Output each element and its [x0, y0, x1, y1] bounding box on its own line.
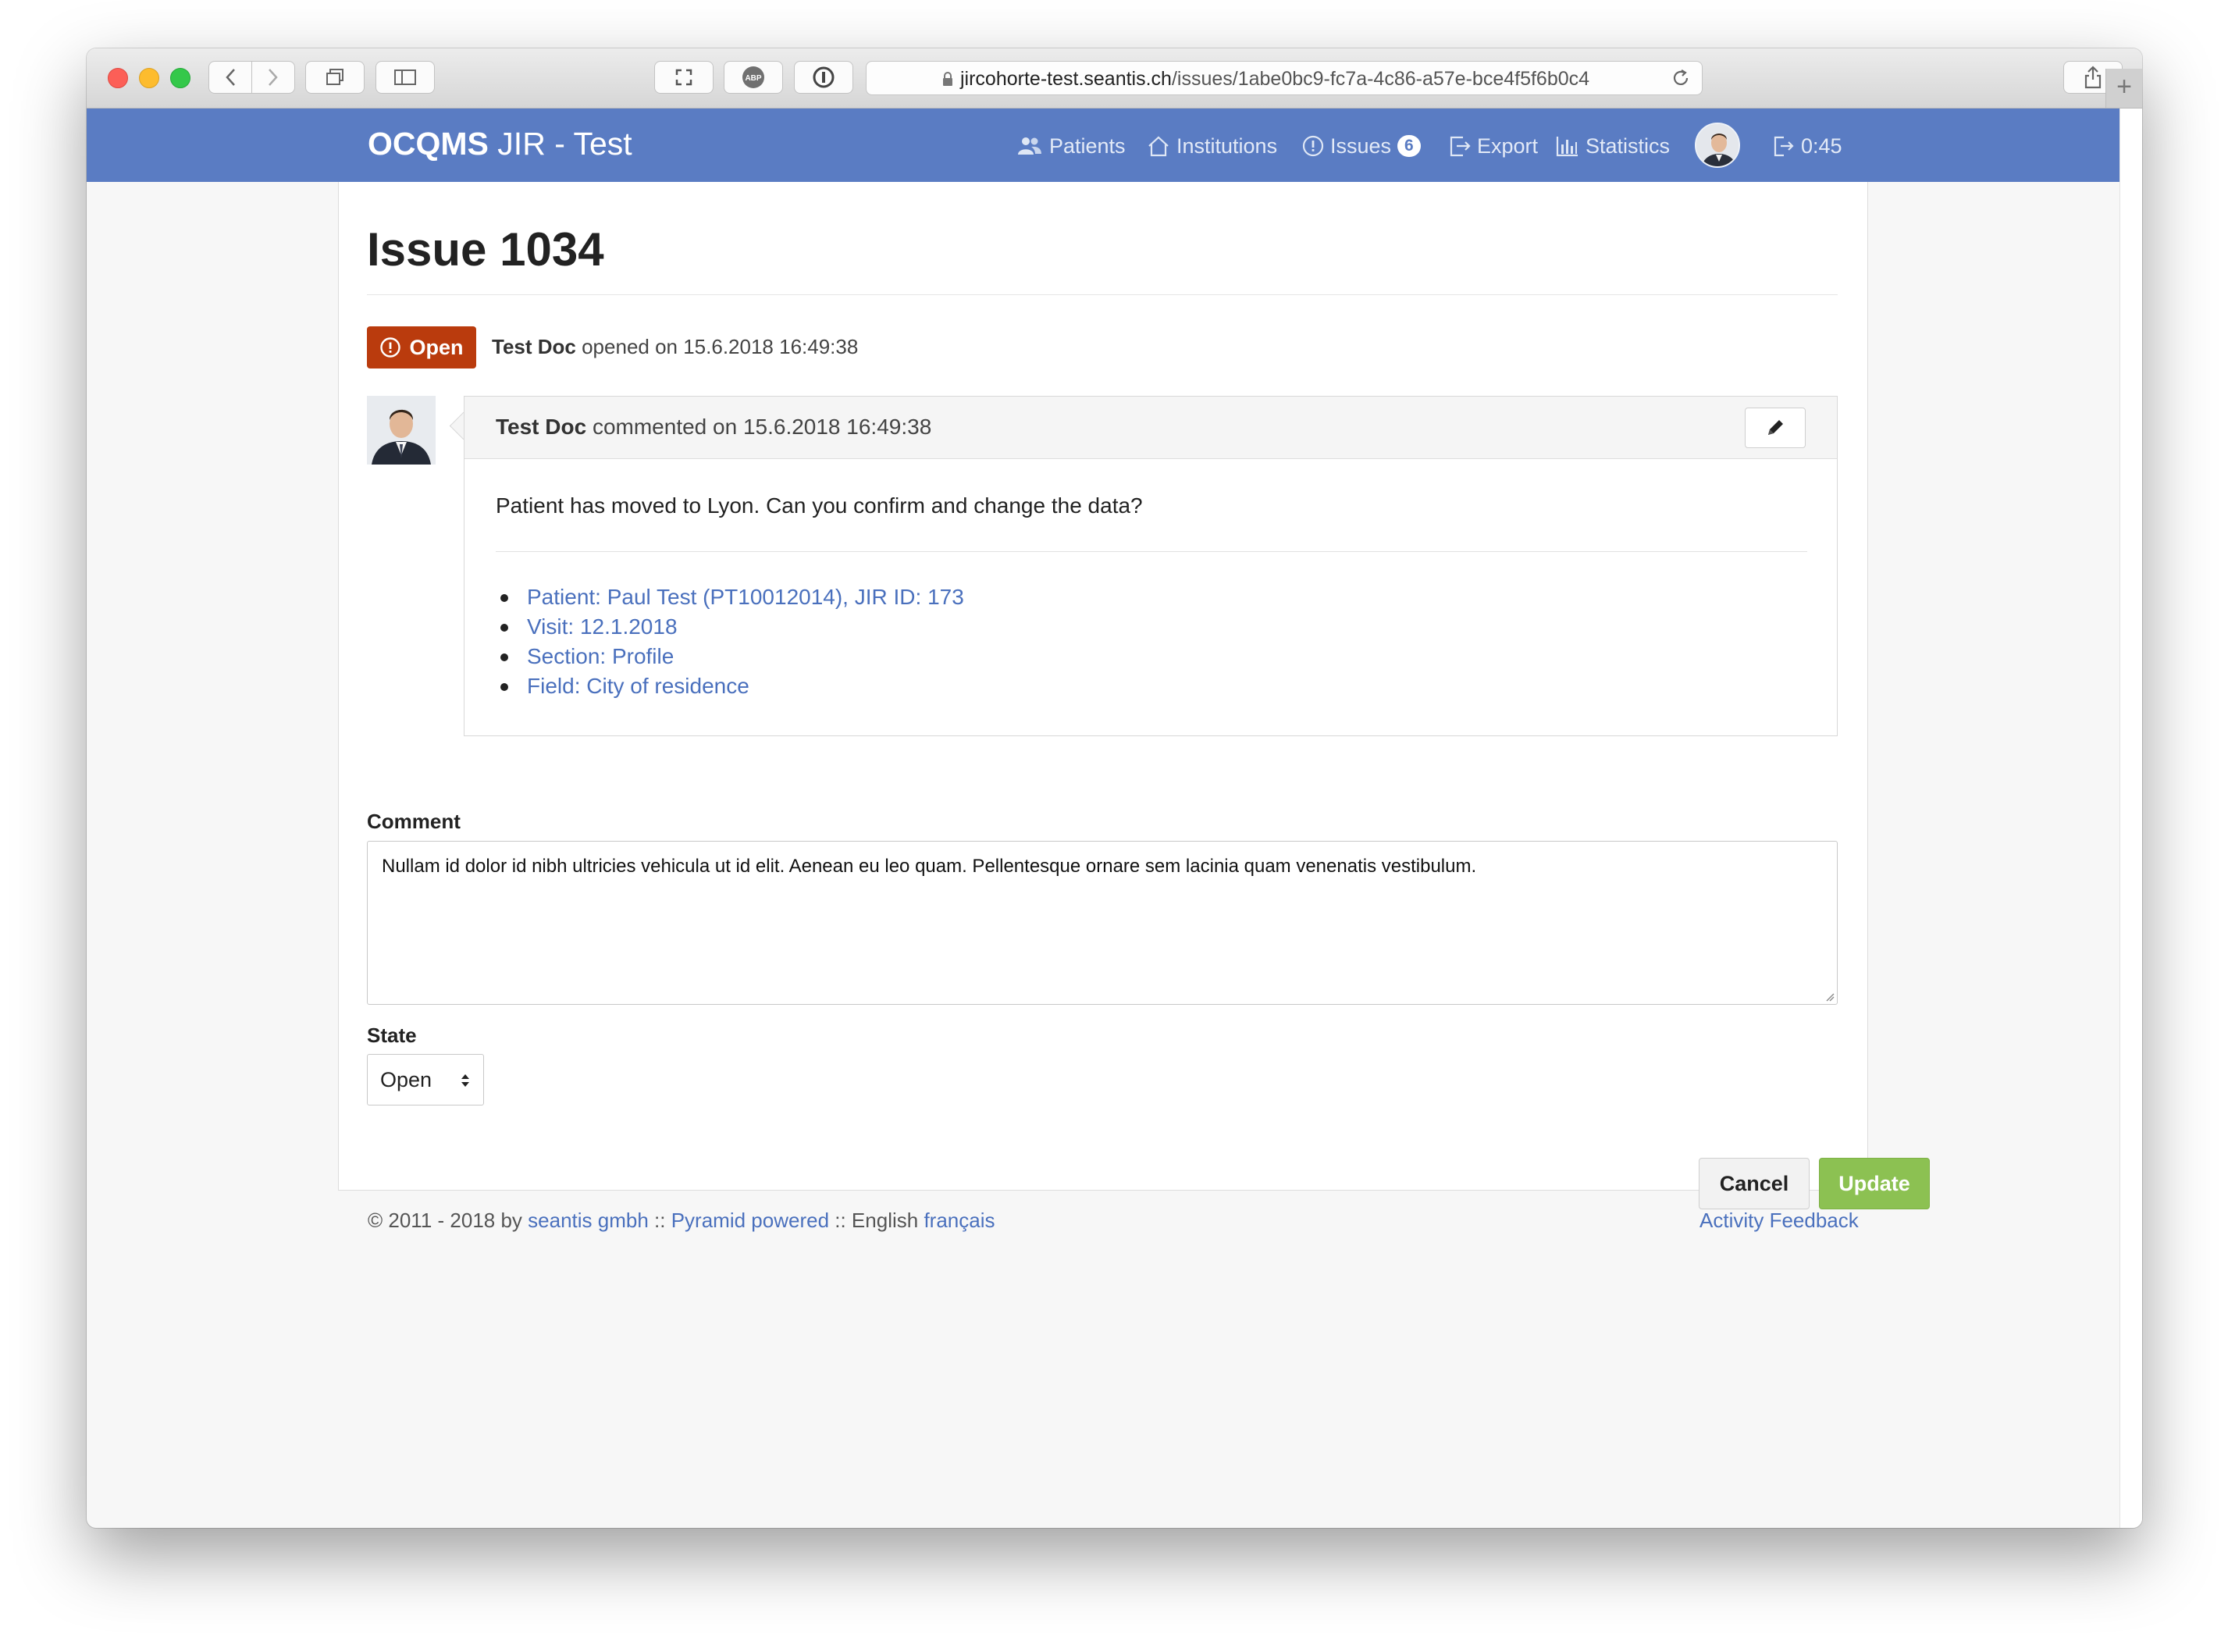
comment-textarea[interactable]: Nullam id dolor id nibh ultricies vehicu…	[367, 841, 1838, 1005]
activity-link[interactable]: Activity	[1699, 1209, 1764, 1232]
update-button[interactable]: Update	[1819, 1158, 1930, 1209]
lock-icon	[943, 72, 952, 86]
forward-button[interactable]	[251, 61, 295, 94]
cancel-button[interactable]: Cancel	[1699, 1158, 1810, 1209]
export-icon	[1450, 136, 1471, 157]
issues-count-badge: 6	[1397, 135, 1421, 157]
password-icon	[813, 66, 835, 88]
reference-link-visit[interactable]: Visit: 12.1.2018	[496, 612, 964, 642]
pyramid-link[interactable]: Pyramid powered	[671, 1209, 829, 1232]
fullscreen-button[interactable]	[654, 61, 714, 94]
state-select[interactable]: Open	[367, 1054, 484, 1105]
nav-logout-timer[interactable]: 0:45	[1773, 132, 1842, 160]
comment-card: Test Doc commented on 15.6.2018 16:49:38…	[464, 396, 1838, 736]
tabs-icon	[326, 69, 343, 85]
address-bar[interactable]: jircohorte-test.seantis.ch/issues/1abe0b…	[866, 61, 1703, 95]
adblock-icon: ABP	[742, 66, 764, 88]
pencil-icon	[1768, 420, 1783, 435]
reload-icon[interactable]	[1671, 68, 1691, 88]
resize-handle-icon[interactable]	[1825, 992, 1835, 1002]
status-badge: Open	[367, 326, 476, 368]
comment-author-avatar	[367, 396, 436, 465]
close-window-button[interactable]	[108, 68, 128, 88]
nav-statistics[interactable]: Statistics	[1556, 132, 1670, 160]
url-text: jircohorte-test.seantis.ch/issues/1abe0b…	[960, 68, 1590, 90]
page-margin	[2119, 109, 2142, 1528]
comment-field-label: Comment	[367, 810, 461, 833]
nav-issues[interactable]: Issues 6	[1302, 132, 1421, 160]
svg-text:ABP: ABP	[745, 74, 761, 83]
back-button[interactable]	[208, 61, 252, 94]
browser-toolbar: ABP jircohorte-test.seantis.ch/issues/1a…	[87, 48, 2142, 109]
logout-icon	[1774, 136, 1794, 157]
show-tabs-button[interactable]	[305, 61, 365, 94]
alert-circle-icon	[380, 337, 401, 358]
state-field-label: State	[367, 1024, 417, 1047]
back-icon	[226, 69, 235, 86]
reference-link-field[interactable]: Field: City of residence	[496, 671, 964, 701]
comment-divider	[496, 551, 1807, 552]
reference-link-patient[interactable]: Patient: Paul Test (PT10012014), JIR ID:…	[496, 582, 964, 612]
nav-export[interactable]: Export	[1449, 132, 1538, 160]
issue-panel: Issue 1034 Open Test Doc opened on 15.6.…	[338, 182, 1930, 1209]
comment-text: Patient has moved to Lyon. Can you confi…	[496, 493, 1143, 518]
adblock-button[interactable]: ABP	[724, 61, 783, 94]
share-icon	[2084, 66, 2102, 89]
footer-links: Activity Feedback	[1699, 1209, 1859, 1233]
sidebar-button[interactable]	[375, 61, 435, 94]
issue-opened-info: Test Doc opened on 15.6.2018 16:49:38	[492, 335, 859, 358]
comment-meta: Test Doc commented on 15.6.2018 16:49:38	[496, 415, 932, 439]
brand-logo[interactable]: OCQMS JIR - Test	[368, 126, 632, 162]
alert-circle-icon	[1302, 135, 1324, 157]
forward-icon	[269, 69, 278, 86]
comment-header: Test Doc commented on 15.6.2018 16:49:38	[464, 397, 1837, 459]
app-navbar: OCQMS JIR - Test Patients Institutions I…	[87, 109, 2119, 182]
title-divider	[367, 294, 1838, 295]
select-arrows-icon	[461, 1074, 469, 1087]
new-tab-button[interactable]: +	[2105, 69, 2142, 108]
seantis-link[interactable]: seantis gmbh	[528, 1209, 649, 1232]
feedback-link[interactable]: Feedback	[1770, 1209, 1859, 1232]
minimize-window-button[interactable]	[139, 68, 159, 88]
users-icon	[1018, 137, 1041, 155]
browser-window: ABP jircohorte-test.seantis.ch/issues/1a…	[87, 48, 2142, 1528]
page-title: Issue 1034	[367, 223, 604, 276]
user-avatar[interactable]	[1695, 123, 1740, 168]
language-french-link[interactable]: français	[924, 1209, 995, 1232]
bar-chart-icon	[1556, 137, 1578, 157]
edit-comment-button[interactable]	[1745, 408, 1806, 448]
zoom-window-button[interactable]	[170, 68, 190, 88]
nav-patients[interactable]: Patients	[1016, 132, 1126, 160]
sidebar-icon	[394, 69, 416, 85]
reference-list: Patient: Paul Test (PT10012014), JIR ID:…	[496, 582, 964, 701]
nav-institutions[interactable]: Institutions	[1147, 132, 1277, 160]
fullscreen-icon	[675, 69, 692, 86]
home-icon	[1148, 136, 1169, 157]
password-manager-button[interactable]	[794, 61, 853, 94]
footer-copyright: © 2011 - 2018 by seantis gmbh :: Pyramid…	[368, 1209, 995, 1232]
reference-link-section[interactable]: Section: Profile	[496, 642, 964, 671]
